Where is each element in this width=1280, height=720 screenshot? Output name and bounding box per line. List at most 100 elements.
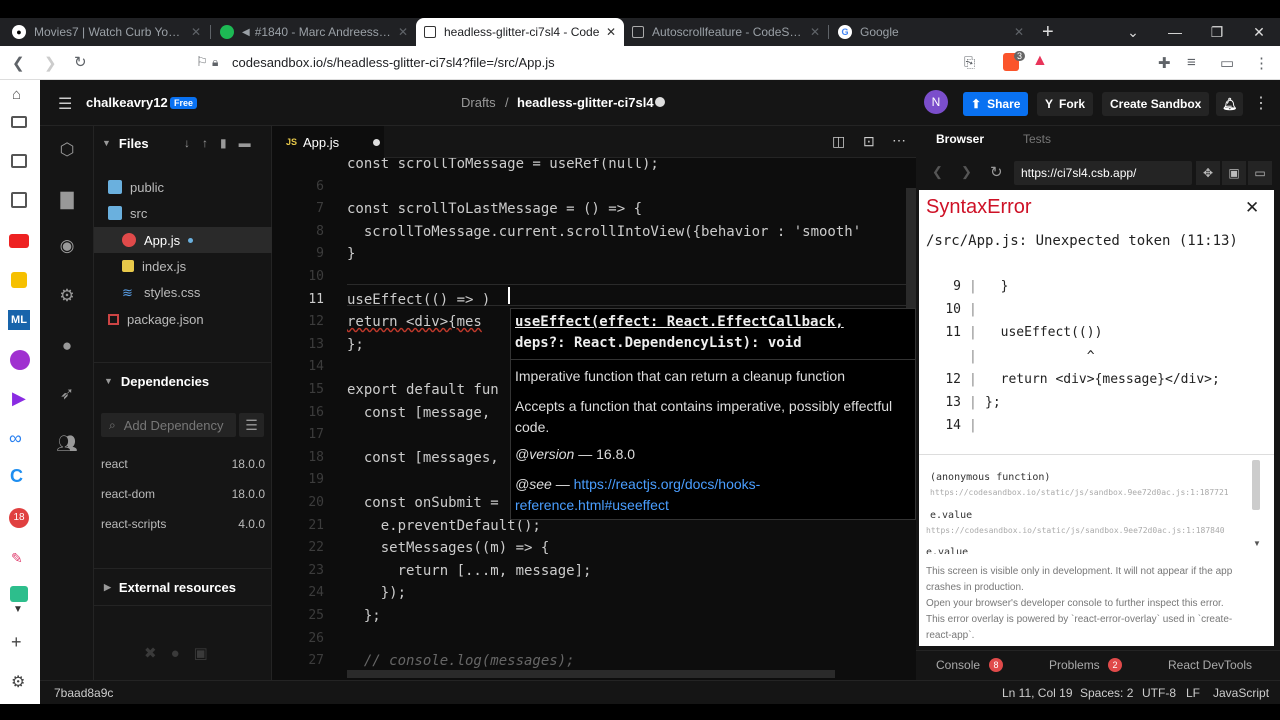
username[interactable]: chalkeavry12 [86, 95, 168, 110]
tab-browser[interactable]: Browser [936, 132, 984, 146]
more-icon[interactable]: ⋯ [892, 132, 906, 149]
forward-icon[interactable]: ❯ [44, 54, 57, 72]
github-icon[interactable]: ● [57, 336, 77, 356]
preview-icon[interactable]: ⊡ [863, 133, 875, 150]
badge-app-icon[interactable]: 18 [9, 508, 29, 528]
reload-icon[interactable]: ↻ [74, 53, 87, 71]
dependency-row[interactable]: react-dom 18.0.0 [101, 487, 265, 501]
back-icon[interactable]: ❮ [12, 54, 25, 72]
search-icon[interactable]: ◉ [57, 236, 77, 256]
tree-item-index-js[interactable]: index.js [94, 253, 272, 279]
bell-icon[interactable]: 🔔︎ [1216, 92, 1244, 116]
rocket-icon[interactable]: ➶ [57, 384, 77, 404]
close-icon[interactable]: ✕ [810, 25, 820, 39]
open-window-icon[interactable]: ▣ [1222, 161, 1246, 185]
scrollbar[interactable] [1252, 460, 1260, 510]
social-icons[interactable]: ✖●▣ [144, 644, 222, 662]
editor-tab-app-js[interactable]: JS App.js [272, 126, 384, 158]
ml-icon[interactable]: ML [8, 310, 30, 330]
external-resources-header[interactable]: ▶ External resources [94, 578, 272, 596]
dependency-row[interactable]: react 18.0.0 [101, 457, 265, 471]
back-icon[interactable]: ❮ [932, 164, 943, 180]
menu-icon[interactable]: ⋮ [1254, 54, 1269, 72]
sandbox-name[interactable]: headless-glitter-ci7sl4 [517, 95, 654, 110]
scroll-down-icon[interactable]: ▼ [1253, 539, 1261, 548]
browser-tab-3[interactable]: headless-glitter-ci7sl4 - Code ✕ [416, 18, 624, 46]
commit-hash[interactable]: 7baad8a9c [54, 686, 113, 700]
youtube-icon[interactable] [9, 234, 29, 248]
stack-frame-url[interactable]: https://codesandbox.io/static/js/sandbox… [926, 526, 1225, 535]
app-icon[interactable] [11, 272, 27, 288]
file-actions-icon[interactable]: ↓↑▮▬ [184, 136, 263, 150]
privacy-icon[interactable] [655, 97, 665, 107]
browser-tab-5[interactable]: G Google ✕ [830, 18, 1032, 46]
preview-url-field[interactable]: https://ci7sl4.csb.app/ [1014, 161, 1192, 185]
horizontal-scrollbar[interactable] [347, 670, 835, 678]
play-icon[interactable]: ▶ [12, 388, 26, 409]
add-dependency-input[interactable]: ⌕ Add Dependency [101, 413, 236, 437]
close-icon[interactable]: ✕ [191, 25, 201, 39]
list-icon[interactable]: ≡ [1187, 54, 1196, 71]
infinity-icon[interactable]: ∞ [9, 428, 22, 449]
restore-icon[interactable]: ❐ [1196, 18, 1238, 46]
home-icon[interactable]: ⌂ [12, 86, 21, 103]
cursor-position[interactable]: Ln 11, Col 19 [1002, 686, 1073, 700]
circle-app-icon[interactable] [10, 350, 30, 370]
refresh-icon[interactable]: ↻ [990, 163, 1003, 181]
close-window-icon[interactable]: ✕ [1238, 18, 1280, 46]
share-button[interactable]: ⬆ Share [963, 92, 1029, 116]
stack-frame-url[interactable]: https://codesandbox.io/static/js/sandbox… [930, 488, 1229, 497]
tree-item-src[interactable]: src [94, 200, 272, 226]
more-icon[interactable]: ⋮ [1253, 93, 1269, 113]
unsaved-dot[interactable] [373, 138, 381, 146]
avatar[interactable]: N [924, 90, 948, 114]
close-icon[interactable]: ✕ [1014, 25, 1024, 39]
language-mode[interactable]: JavaScript [1213, 686, 1269, 700]
problems-tab[interactable]: Problems [1049, 658, 1100, 672]
indent-setting[interactable]: Spaces: 2 [1080, 686, 1133, 700]
browser-tab-1[interactable]: ● Movies7 | Watch Curb Your Enthu ✕ [4, 18, 209, 46]
browser-tab-2[interactable]: ◀ #1840 - Marc Andreessen • Th ✕ [212, 18, 416, 46]
docs-link[interactable]: https://reactjs.org/docs/hooks- [574, 476, 761, 492]
console-tab[interactable]: Console [936, 658, 980, 672]
window-icon[interactable]: ▭ [1220, 54, 1234, 72]
breadcrumb-drafts[interactable]: Drafts [461, 95, 496, 110]
line-ending[interactable]: LF [1186, 686, 1200, 700]
triangle-icon[interactable]: ▲ [1032, 52, 1048, 70]
devices-icon[interactable]: ✥ [1196, 161, 1220, 185]
box-icon[interactable] [11, 192, 27, 208]
fullscreen-icon[interactable]: ▭ [1248, 161, 1272, 185]
close-icon[interactable]: ✕ [398, 25, 408, 39]
encoding[interactable]: UTF-8 [1142, 686, 1176, 700]
cube-icon[interactable]: ⬡ [57, 140, 77, 160]
dependency-row[interactable]: react-scripts 4.0.0 [101, 517, 265, 531]
tree-item-public[interactable]: public [94, 174, 272, 200]
close-icon[interactable]: ✕ [606, 25, 616, 39]
caret-down-icon[interactable]: ▼ [13, 604, 23, 615]
browser-tab-4[interactable]: Autoscrollfeature - CodeSandbox ✕ [624, 18, 828, 46]
tree-item-app-js[interactable]: App.js [94, 227, 272, 253]
add-icon[interactable]: + [11, 632, 22, 653]
forward-icon[interactable]: ❯ [961, 164, 972, 180]
chevron-down-icon[interactable]: ⌄ [1112, 18, 1154, 46]
dependencies-header[interactable]: ▼ Dependencies [94, 372, 272, 390]
file-icon[interactable]: ▇ [57, 190, 77, 210]
minimize-icon[interactable]: — [1154, 18, 1196, 46]
bookmark-icon[interactable]: ⚐ [196, 54, 208, 70]
tree-item-styles-css[interactable]: ≋ styles.css [94, 279, 272, 305]
dependency-list-button[interactable]: ☰ [239, 413, 264, 437]
gear-icon[interactable]: ⚙ [57, 286, 77, 306]
fork-button[interactable]: Y Fork [1037, 92, 1094, 116]
react-devtools-tab[interactable]: React DevTools [1168, 658, 1252, 672]
bird-icon[interactable]: ✎ [11, 550, 23, 567]
green-app-icon[interactable] [10, 586, 28, 602]
create-sandbox-button[interactable]: Create Sandbox [1102, 92, 1210, 116]
chevron-down-icon[interactable]: ▼ [102, 138, 111, 148]
docs-link[interactable]: reference.html#useeffect [515, 497, 669, 513]
split-icon[interactable]: ◫ [832, 133, 845, 150]
new-tab-button[interactable]: + [1042, 21, 1054, 44]
puzzle-icon[interactable]: ✚ [1158, 54, 1171, 72]
wallet-icon[interactable] [11, 154, 27, 168]
users-icon[interactable]: 👥︎ [56, 434, 78, 454]
camera-icon[interactable] [11, 116, 27, 128]
